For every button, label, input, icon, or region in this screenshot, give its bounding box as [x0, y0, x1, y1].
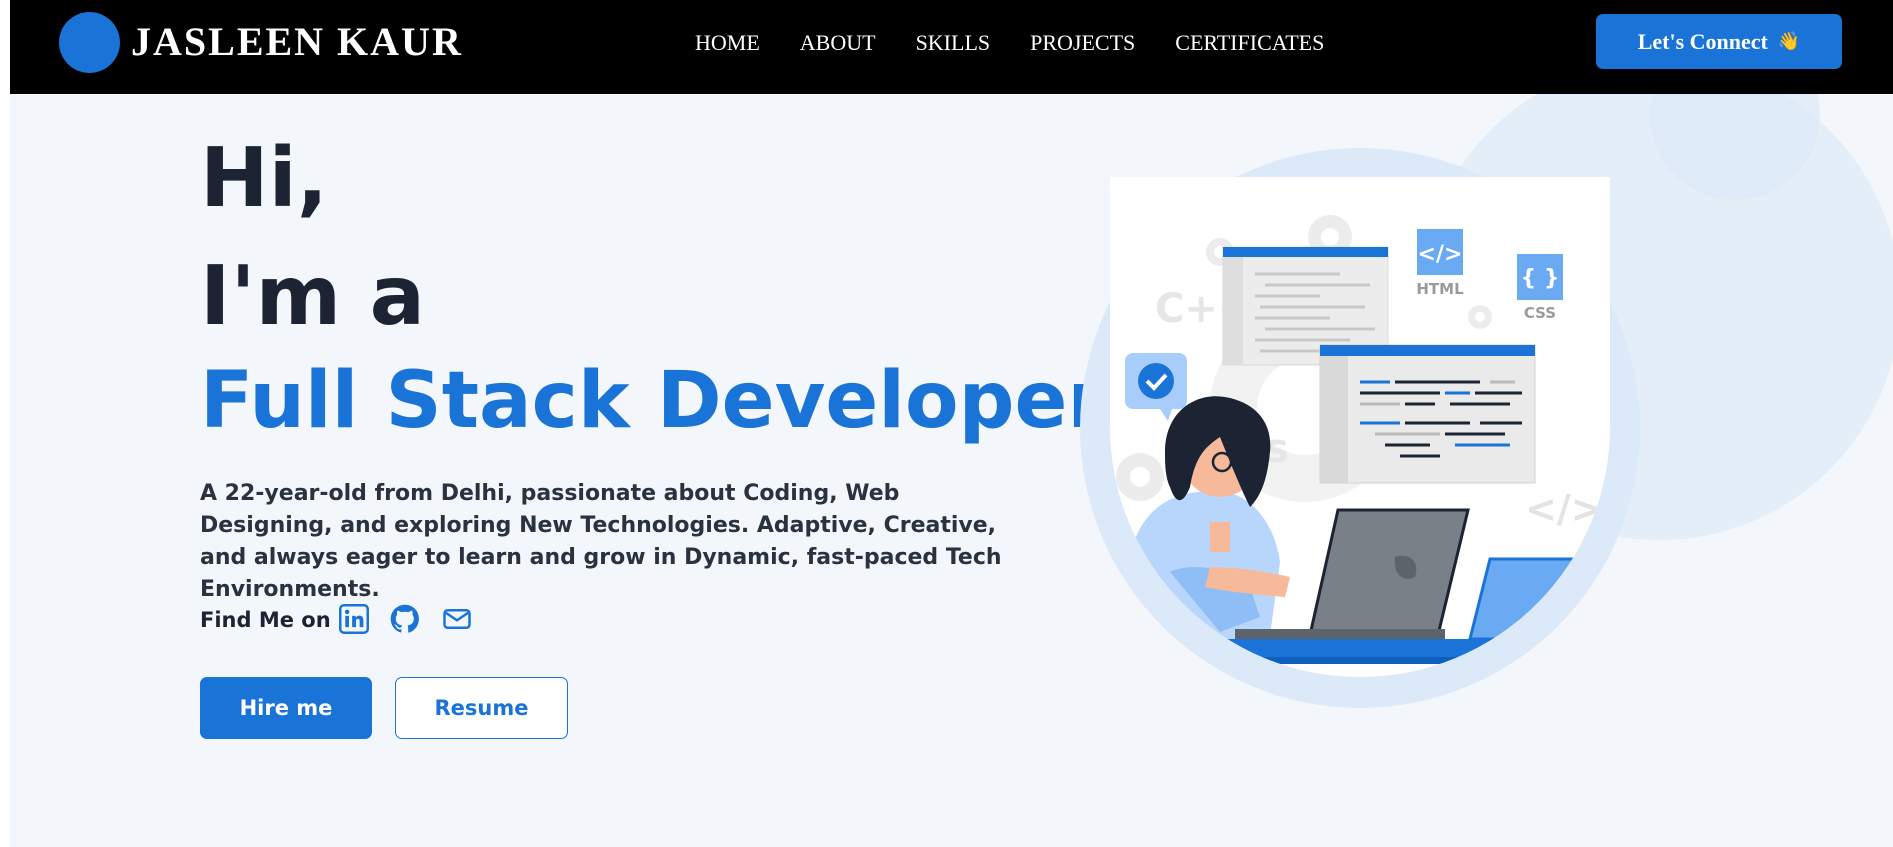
- hire-me-button[interactable]: Hire me: [200, 677, 372, 739]
- nav-link-about[interactable]: ABOUT: [800, 30, 876, 56]
- hero-intro: I'm a: [200, 249, 425, 344]
- checkmark-bubble-icon: [1125, 353, 1187, 421]
- brand-name[interactable]: JASLEEN KAUR: [131, 18, 463, 65]
- navbar: JASLEEN KAUR HOME ABOUT SKILLS PROJECTS …: [10, 0, 1893, 94]
- linkedin-icon[interactable]: [337, 602, 371, 636]
- nav-link-home[interactable]: HOME: [695, 30, 760, 56]
- developer-illustration-art: C++ Js </>: [1110, 215, 1610, 672]
- lets-connect-button[interactable]: Let's Connect 👋: [1596, 14, 1842, 69]
- resume-button[interactable]: Resume: [395, 677, 568, 739]
- github-icon[interactable]: [388, 602, 422, 636]
- css-label: CSS: [1524, 304, 1556, 322]
- html-label: HTML: [1416, 280, 1464, 298]
- logo-icon[interactable]: [59, 12, 120, 73]
- css-brace-glyph: { }: [1521, 266, 1560, 291]
- waving-hand-icon: 👋: [1777, 31, 1801, 51]
- hero-role: Full Stack Developer: [200, 356, 1106, 446]
- html-tag-glyph: </>: [1418, 242, 1463, 267]
- nav-link-certificates[interactable]: CERTIFICATES: [1175, 30, 1324, 56]
- nav-link-projects[interactable]: PROJECTS: [1030, 30, 1135, 56]
- find-me-label: Find Me on: [200, 608, 331, 632]
- hero-description: A 22-year-old from Delhi, passionate abo…: [200, 481, 1002, 602]
- nav-menu: HOME ABOUT SKILLS PROJECTS CERTIFICATES: [695, 30, 1324, 56]
- nav-link-skills[interactable]: SKILLS: [916, 30, 991, 56]
- page-frame: JASLEEN KAUR HOME ABOUT SKILLS PROJECTS …: [10, 0, 1893, 847]
- mail-icon[interactable]: [440, 602, 474, 636]
- hero-greeting: Hi,: [200, 131, 328, 226]
- code-window-front: [1319, 344, 1536, 484]
- developer-illustration: C++ Js </>: [1110, 177, 1610, 677]
- lets-connect-label: Let's Connect: [1637, 28, 1768, 54]
